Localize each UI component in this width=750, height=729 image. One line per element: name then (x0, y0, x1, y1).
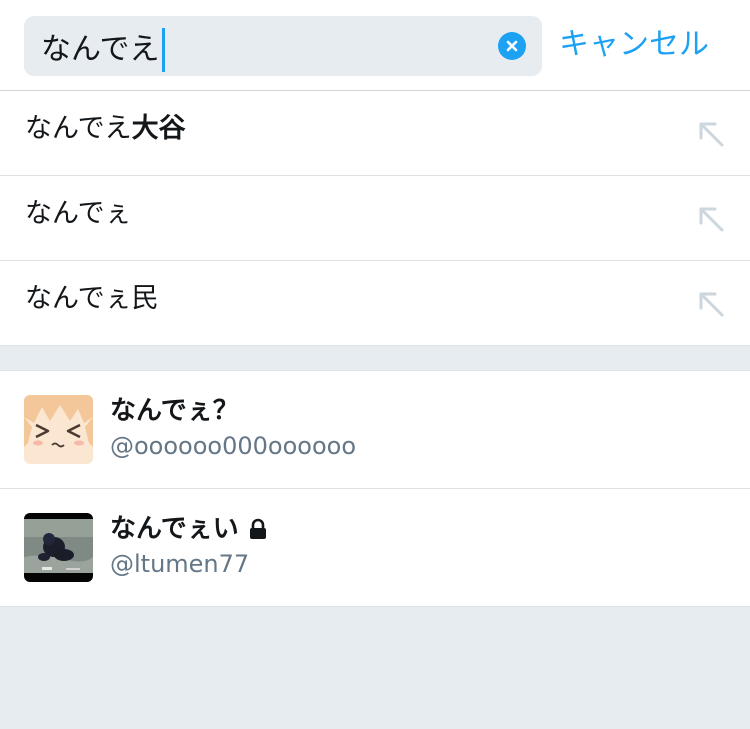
gorilla-photo-avatar-image (24, 513, 93, 582)
suggestion-text: なんでぇ民 (25, 282, 159, 316)
clear-search-button[interactable] (498, 32, 526, 60)
suggestion-prefix: なんでぇ民 (25, 283, 159, 314)
avatar[interactable] (24, 395, 93, 464)
search-query-container[interactable]: なんでえ (41, 28, 165, 72)
arrow-up-left-icon[interactable] (696, 119, 726, 149)
user-name-text: なんでぇい (110, 514, 239, 544)
text-caret (161, 28, 165, 72)
search-header: なんでえ キャンセル (0, 0, 750, 91)
user-results-list: なんでぇ？ @oooooo000oooooo なんでぇい @ltumen77 (0, 370, 750, 607)
user-result-item[interactable]: なんでぇい @ltumen77 (0, 489, 750, 607)
user-name-text: なんでぇ？ (110, 396, 239, 426)
arrow-up-left-icon[interactable] (696, 289, 726, 319)
suggestion-highlight: 大谷 (131, 113, 186, 144)
user-handle: @oooooo000oooooo (110, 432, 357, 460)
suggestion-item[interactable]: なんでぇ民 (0, 261, 750, 346)
section-divider (0, 346, 750, 370)
lock-icon (249, 518, 266, 539)
suggestion-prefix: なんでえ (25, 113, 132, 144)
user-handle: @ltumen77 (110, 550, 250, 578)
suggestion-prefix: なんでぇ (25, 198, 132, 229)
clear-x-icon (506, 40, 518, 52)
search-input[interactable]: なんでえ (24, 16, 542, 76)
suggestion-list: なんでえ大谷 なんでぇ なんでぇ民 (0, 91, 750, 346)
suggestion-item[interactable]: なんでえ大谷 (0, 91, 750, 176)
suggestion-text: なんでえ大谷 (25, 112, 186, 146)
cancel-button[interactable]: キャンセル (559, 26, 709, 64)
arrow-up-left-icon[interactable] (696, 204, 726, 234)
avatar[interactable] (24, 513, 93, 582)
user-display-name: なんでぇ？ (110, 395, 239, 427)
user-result-item[interactable]: なんでぇ？ @oooooo000oooooo (0, 371, 750, 489)
user-display-name: なんでぇい (110, 513, 267, 545)
suggestion-item[interactable]: なんでぇ (0, 176, 750, 261)
suggestion-text: なんでぇ (25, 197, 132, 231)
search-query-text[interactable]: なんでえ (41, 32, 160, 68)
anime-face-avatar-image (24, 395, 93, 464)
